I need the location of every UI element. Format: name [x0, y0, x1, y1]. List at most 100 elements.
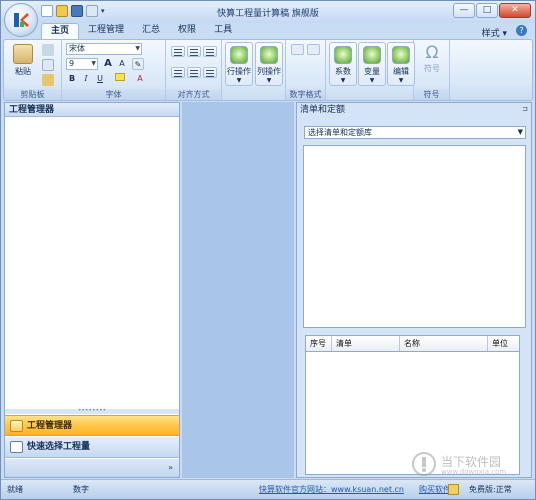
row-operation-label: 行操作: [227, 67, 251, 76]
shrink-font-button[interactable]: A: [116, 58, 128, 70]
number-format-group-label: 数字格式: [286, 89, 325, 100]
cut-icon[interactable]: [42, 44, 54, 56]
variable-button[interactable]: 变量 ▼: [358, 42, 386, 86]
app-menu-button[interactable]: [4, 3, 38, 37]
symbol-button-label: 符号: [424, 64, 440, 73]
row-operation-icon: [230, 46, 248, 64]
panel-title: 工程管理器: [5, 103, 179, 117]
italic-button[interactable]: I: [80, 73, 92, 85]
tab-home[interactable]: 主页: [41, 23, 80, 39]
chevron-down-icon: ▼: [340, 77, 346, 84]
style-menu[interactable]: 样式 ▾: [482, 26, 507, 39]
column-header[interactable]: 序号: [306, 336, 332, 351]
edit-label: 编辑: [393, 67, 409, 76]
coefficient-button[interactable]: 系数 ▼: [329, 42, 357, 86]
app-logo-icon: [14, 13, 29, 27]
font-name-select[interactable]: 宋体 ▼: [66, 43, 142, 55]
tab-project[interactable]: 工程管理: [79, 23, 133, 39]
watermark: 当下软件园 www.downxia.com: [411, 451, 531, 479]
row-operation-button[interactable]: 行操作 ▼: [225, 42, 253, 86]
pin-icon[interactable]: ⊐: [522, 105, 528, 113]
symbol-button[interactable]: Ω 符号: [419, 43, 445, 74]
edit-button[interactable]: 编辑 ▼: [387, 42, 415, 86]
underline-button[interactable]: U: [94, 73, 106, 85]
coefficient-label: 系数: [335, 67, 351, 76]
chevron-down-icon: ▼: [135, 45, 140, 52]
align-top-right-icon[interactable]: [203, 46, 217, 57]
chevron-down-icon: ▼: [91, 60, 96, 67]
chevron-down-icon: ▾: [502, 29, 507, 39]
tab-tools[interactable]: 工具: [205, 23, 241, 39]
calc-group: 系数 ▼ 变量 ▼ 编辑 ▼: [326, 40, 415, 100]
align-left-icon[interactable]: [171, 67, 185, 78]
status-bar: 就绪 数字 快算软件官方网站：www.ksuan.net.cn 购买软件 免费版…: [1, 479, 535, 499]
clear-format-icon[interactable]: ✎: [132, 58, 144, 70]
font-name-value: 宋体: [69, 44, 85, 53]
align-right-icon[interactable]: [203, 67, 217, 78]
nav-project-manager[interactable]: 工程管理器: [5, 415, 179, 436]
coefficient-icon: [334, 46, 352, 64]
nav-overflow-button[interactable]: »: [5, 459, 179, 477]
increase-decimal-icon[interactable]: [291, 44, 304, 55]
chevron-down-icon: ▼: [266, 77, 272, 84]
maximize-button[interactable]: □: [476, 3, 498, 18]
calendar-grid-icon: [10, 441, 23, 453]
chevron-down-icon: ▼: [369, 77, 375, 84]
status-num: 数字: [73, 485, 89, 494]
library-tree[interactable]: [303, 145, 526, 328]
library-select[interactable]: 选择清单和定额库 ▼: [304, 126, 526, 139]
app-window: ▾ 快算工程量计算稿 旗舰版 — □ ✕ 主页 工程管理 汇总 权限 工具 样式…: [0, 0, 536, 500]
panel-splitter[interactable]: ••••••••: [5, 408, 179, 414]
watermark-url: www.downxia.com: [441, 468, 507, 476]
variable-icon: [363, 46, 381, 64]
align-top-center-icon[interactable]: [187, 46, 201, 57]
close-button[interactable]: ✕: [499, 3, 531, 18]
alignment-group: 对齐方式: [166, 40, 222, 100]
align-center-icon[interactable]: [187, 67, 201, 78]
format-painter-icon[interactable]: [42, 74, 54, 86]
column-operation-label: 列操作: [257, 67, 281, 76]
grow-font-button[interactable]: A: [102, 58, 114, 70]
tab-permission[interactable]: 权限: [169, 23, 205, 39]
font-group: 宋体 ▼ 9 ▼ A A ✎ B I U A 字体: [62, 40, 166, 100]
help-icon[interactable]: ?: [516, 25, 527, 36]
nav-project-manager-label: 工程管理器: [27, 421, 73, 431]
font-size-select[interactable]: 9 ▼: [66, 58, 98, 70]
omega-icon: Ω: [425, 43, 439, 63]
window-controls: — □ ✕: [453, 3, 531, 18]
column-header[interactable]: 名称: [400, 336, 488, 351]
folder-icon: [10, 420, 23, 432]
bill-quota-panel: 清单和定额 ⊐ 选择清单和定额库 ▼ 序号 清单 名称 单位: [296, 102, 532, 478]
bold-button[interactable]: B: [66, 73, 78, 85]
column-operation-button[interactable]: 列操作 ▼: [255, 42, 283, 86]
library-select-value: 选择清单和定额库: [308, 128, 372, 137]
buy-link[interactable]: 购买软件: [419, 480, 451, 499]
column-header[interactable]: 单位: [488, 336, 519, 351]
ribbon: 粘贴 剪贴板 宋体 ▼ 9 ▼ A A ✎ B I U A 字体 对齐方式 行操…: [3, 39, 533, 101]
status-license: 免费版:正常: [469, 485, 512, 494]
nav-quick-select[interactable]: 快速选择工程量: [5, 437, 179, 458]
symbol-group-label: 符号: [414, 89, 449, 100]
ribbon-tabs: 主页 工程管理 汇总 权限 工具: [41, 23, 241, 39]
status-ready: 就绪: [7, 485, 23, 494]
font-color-button[interactable]: A: [134, 73, 146, 85]
chevron-down-icon: ▼: [398, 77, 404, 84]
alignment-group-label: 对齐方式: [166, 89, 221, 100]
decrease-decimal-icon[interactable]: [307, 44, 320, 55]
font-size-value: 9: [69, 59, 75, 68]
paste-button[interactable]: 粘贴: [10, 44, 36, 77]
chevron-down-icon: ▼: [236, 77, 242, 84]
align-top-left-icon[interactable]: [171, 46, 185, 57]
highlight-icon[interactable]: [112, 73, 128, 85]
project-tree[interactable]: [5, 117, 179, 409]
minimize-button[interactable]: —: [453, 3, 475, 18]
paste-icon: [13, 44, 33, 64]
copy-icon[interactable]: [42, 59, 54, 71]
clipboard-group-label: 剪贴板: [4, 89, 61, 100]
column-header[interactable]: 清单: [332, 336, 400, 351]
variable-label: 变量: [364, 67, 380, 76]
nav-quick-select-label: 快速选择工程量: [27, 442, 91, 452]
tab-summary[interactable]: 汇总: [133, 23, 169, 39]
website-link[interactable]: 快算软件官方网站：www.ksuan.net.cn: [259, 480, 404, 499]
panel-title: 清单和定额: [300, 105, 346, 115]
